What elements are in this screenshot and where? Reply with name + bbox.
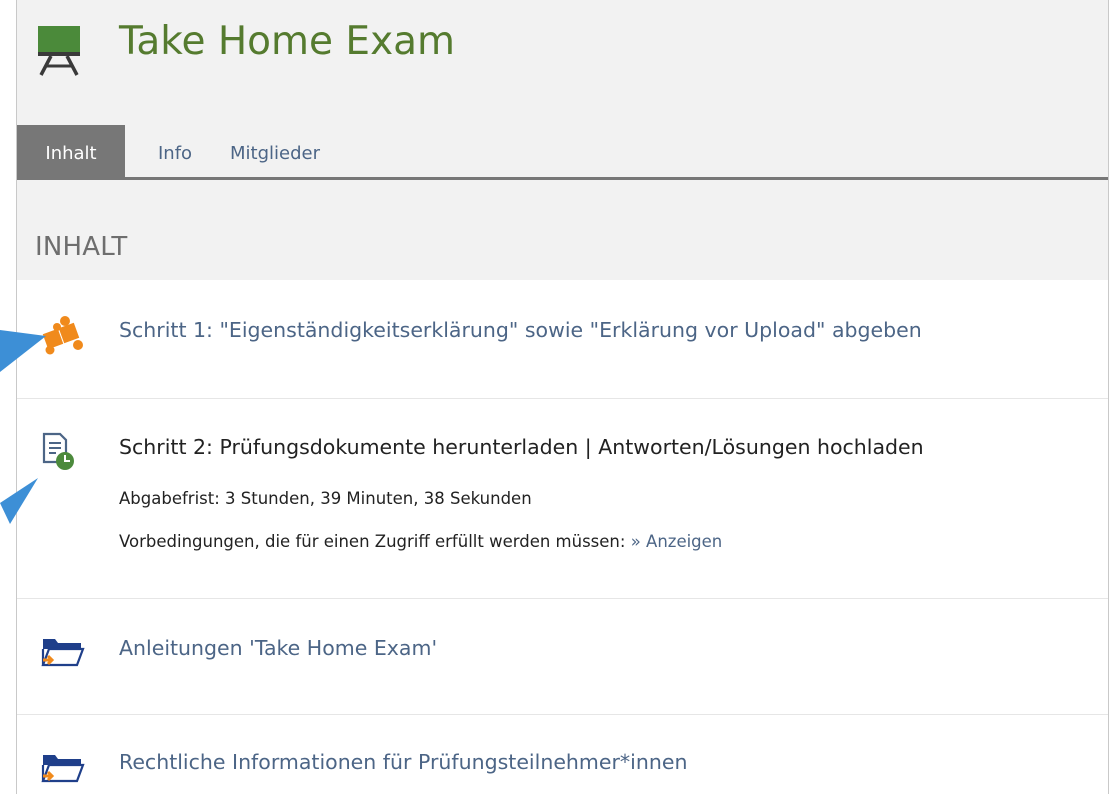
folder-link-icon [41, 639, 85, 667]
folder-link-icon [41, 755, 85, 783]
deadline-text: Abgabefrist: 3 Stunden, 39 Minuten, 38 S… [119, 489, 532, 508]
tab-bar: Inhalt Info Mitglieder [17, 125, 1108, 180]
annotation-arrows [0, 330, 46, 524]
course-page: Take Home Exam Inhalt Info Mitglieder IN… [16, 0, 1109, 794]
annotation-arrow-1 [0, 330, 46, 372]
step-1-link[interactable]: Schritt 1: "Eigenständigkeitserklärung" … [119, 318, 922, 342]
show-prerequisites-link[interactable]: » Anzeigen [631, 532, 723, 551]
list-item: Schritt 1: "Eigenständigkeitserklärung" … [17, 280, 1108, 399]
page-title: Take Home Exam [119, 19, 456, 64]
annotation-arrow-2 [0, 478, 38, 524]
list-item: Schritt 2: Prüfungsdokumente herunterlad… [17, 398, 1108, 599]
page-header: Take Home Exam Inhalt Info Mitglieder IN… [17, 0, 1108, 280]
legal-info-folder-link[interactable]: Rechtliche Informationen für Prüfungstei… [119, 750, 687, 774]
list-item: Rechtliche Informationen für Prüfungstei… [17, 714, 1108, 794]
step-2-title: Schritt 2: Prüfungsdokumente herunterlad… [119, 435, 924, 459]
list-item: Anleitungen 'Take Home Exam' [17, 598, 1108, 715]
tab-mitglieder[interactable]: Mitglieder [230, 125, 320, 177]
prerequisite-label: Vorbedingungen, die für einen Zugriff er… [119, 532, 626, 551]
tab-info[interactable]: Info [158, 125, 192, 177]
instructions-folder-link[interactable]: Anleitungen 'Take Home Exam' [119, 636, 437, 660]
prerequisite-row: Vorbedingungen, die für einen Zugriff er… [119, 532, 722, 551]
